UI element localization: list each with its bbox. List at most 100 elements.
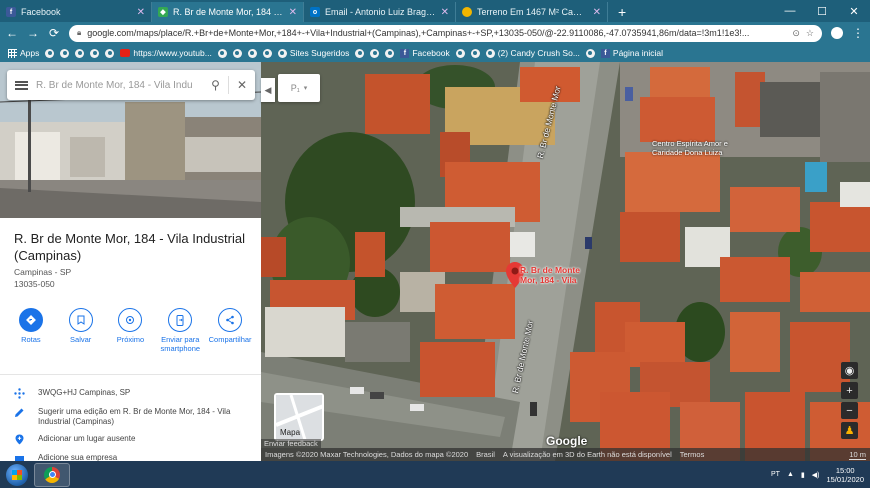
bookmark-item[interactable]: f Página inicial	[600, 48, 663, 58]
map-layer-toggle[interactable]: Mapa	[274, 393, 324, 441]
poi-label[interactable]: Centro Espírita Amor e Caridade Dona Lui…	[652, 139, 734, 157]
star-icon[interactable]: ☆	[806, 28, 814, 39]
plus-code-row[interactable]: 3WQG+HJ Campinas, SP	[14, 388, 252, 399]
bookmark-item[interactable]	[60, 48, 70, 58]
tab-close-icon[interactable]: ✕	[593, 7, 601, 18]
network-icon[interactable]: ▮	[801, 471, 805, 479]
tab-close-icon[interactable]: ✕	[289, 7, 297, 18]
bookmark-item[interactable]	[90, 48, 100, 58]
send-to-phone-button[interactable]: Enviar para smartphone	[157, 308, 203, 368]
volume-icon[interactable]: ◀)	[812, 471, 820, 479]
bookmark-item[interactable]	[370, 48, 380, 58]
menu-hamburger-icon[interactable]	[15, 80, 28, 90]
tab-google-maps[interactable]: ◆ R. Br de Monte Mor, 184 - Vila In ✕	[152, 2, 304, 22]
bookmark-item[interactable]	[45, 48, 55, 58]
zoom-in-button[interactable]: +	[841, 382, 858, 399]
bookmark-item[interactable]: Sites Sugeridos	[277, 48, 350, 58]
search-icon[interactable]: ⚲	[211, 78, 220, 92]
zoom-out-button[interactable]: −	[841, 402, 858, 419]
share-icon	[218, 308, 243, 332]
bookmark-dot-icon	[585, 48, 595, 58]
scale-label: 10 m	[849, 449, 866, 460]
plus-code-icon	[14, 388, 25, 399]
bookmark-item[interactable]	[385, 48, 395, 58]
bookmark-item[interactable]: (2) Candy Crush So...	[485, 48, 580, 58]
place-panel: R. Br de Monte Mor, 184 - Vila Indu ⚲ ✕ …	[0, 62, 261, 461]
bookmark-item[interactable]	[217, 48, 227, 58]
feedback-link[interactable]: Enviar feedback	[261, 439, 321, 448]
my-location-button[interactable]: ◉	[841, 362, 858, 379]
taskbar-chrome-button[interactable]	[34, 462, 70, 487]
menu-kebab-icon[interactable]: ⋮	[852, 26, 864, 40]
search-box[interactable]: R. Br de Monte Mor, 184 - Vila Indu ⚲ ✕	[7, 70, 255, 100]
nearby-button[interactable]: Próximo	[107, 308, 153, 368]
location-icon[interactable]: ⊙	[792, 28, 800, 39]
system-tray: PT ▲ ▮ ◀) 15:00 15/01/2020	[771, 466, 864, 484]
suggest-edit-row[interactable]: Sugerir uma edição em R. Br de Monte Mor…	[14, 407, 252, 427]
browser-toolbar: ← → ⟳ 🔒︎ google.com/maps/place/R.+Br+de+…	[0, 22, 870, 44]
reload-button[interactable]: ⟳	[48, 26, 60, 40]
map-selector-dropdown[interactable]: P₁ ▾	[278, 74, 320, 102]
selector-text: P₁	[290, 83, 300, 93]
back-button[interactable]: ←	[6, 26, 18, 40]
new-tab-button[interactable]: +	[608, 2, 636, 22]
tray-arrow-icon[interactable]: ▲	[787, 471, 794, 478]
extension-icon[interactable]	[831, 27, 843, 39]
add-place-row[interactable]: Adicionar um lugar ausente	[14, 434, 252, 445]
country-label[interactable]: Brasil	[476, 450, 495, 459]
bookmark-item[interactable]	[232, 48, 242, 58]
save-button[interactable]: Salvar	[58, 308, 104, 368]
pegman-icon[interactable]: ♟	[841, 422, 858, 439]
tab-close-icon[interactable]: ✕	[137, 7, 145, 18]
bookmark-item[interactable]	[355, 48, 365, 58]
bookmark-item[interactable]	[75, 48, 85, 58]
edit-icon	[14, 407, 25, 418]
tab-label: Facebook	[21, 7, 61, 17]
bookmarks-bar: Apps https://www.youtub... Sites Sugeridos…	[0, 44, 870, 62]
bookmark-item[interactable]	[247, 48, 257, 58]
bookmark-dot-icon	[45, 48, 55, 58]
window-controls: — ☐ ✕	[774, 0, 870, 22]
bookmark-item[interactable]	[262, 48, 272, 58]
collapse-panel-button[interactable]: ◀	[261, 78, 275, 102]
start-button[interactable]	[6, 463, 28, 486]
tab-terreno[interactable]: Terreno Em 1467 M² Campinas S ✕	[456, 2, 608, 22]
tab-facebook[interactable]: f Facebook ✕	[0, 2, 152, 22]
bookmark-dot-icon	[262, 48, 272, 58]
close-icon[interactable]: ✕	[237, 78, 247, 92]
minimize-button[interactable]: —	[774, 5, 806, 17]
address-bar[interactable]: 🔒︎ google.com/maps/place/R.+Br+de+Monte+…	[69, 24, 822, 42]
bookmark-dot-icon	[247, 48, 257, 58]
tab-email[interactable]: o Email - Antonio Luiz Braga - Out ✕	[304, 2, 456, 22]
bookmark-label: Apps	[20, 48, 40, 58]
terms-link[interactable]: Termos	[680, 450, 705, 459]
facebook-icon: f	[6, 7, 16, 17]
close-window-button[interactable]: ✕	[838, 5, 870, 18]
bookmark-dot-icon	[455, 48, 465, 58]
bookmark-dot-icon	[355, 48, 365, 58]
bookmark-item[interactable]	[455, 48, 465, 58]
bookmark-item[interactable]	[470, 48, 480, 58]
share-button[interactable]: Compartilhar	[207, 308, 253, 368]
add-business-row[interactable]: Adicione sua empresa	[14, 453, 252, 461]
bookmark-dot-icon	[470, 48, 480, 58]
bookmark-item[interactable]: https://www.youtub...	[120, 48, 212, 58]
page-content: R. Br de Monte Mor, 184 - Vila Centro Es…	[0, 62, 870, 461]
language-indicator[interactable]: PT	[771, 471, 780, 478]
search-input[interactable]: R. Br de Monte Mor, 184 - Vila Indu	[36, 80, 203, 91]
maximize-button[interactable]: ☐	[806, 5, 838, 18]
directions-button[interactable]: Rotas	[8, 308, 54, 368]
tab-label: Email - Antonio Luiz Braga - Out	[325, 7, 436, 17]
bookmark-item[interactable]	[585, 48, 595, 58]
bookmark-item[interactable]	[105, 48, 115, 58]
bookmark-item[interactable]: f Facebook	[400, 48, 450, 58]
bookmark-item[interactable]: Apps	[8, 48, 39, 58]
clock-date: 15/01/2020	[826, 474, 864, 484]
action-label: Salvar	[70, 335, 92, 344]
bookmark-label: Sites Sugeridos	[289, 48, 350, 58]
forward-button[interactable]: →	[27, 26, 39, 40]
pin-label: R. Br de Monte Mor, 184 - Vila	[520, 265, 580, 285]
tab-close-icon[interactable]: ✕	[441, 7, 449, 18]
clock[interactable]: 15:00 15/01/2020	[826, 466, 864, 484]
apps-grid-icon	[8, 48, 17, 58]
